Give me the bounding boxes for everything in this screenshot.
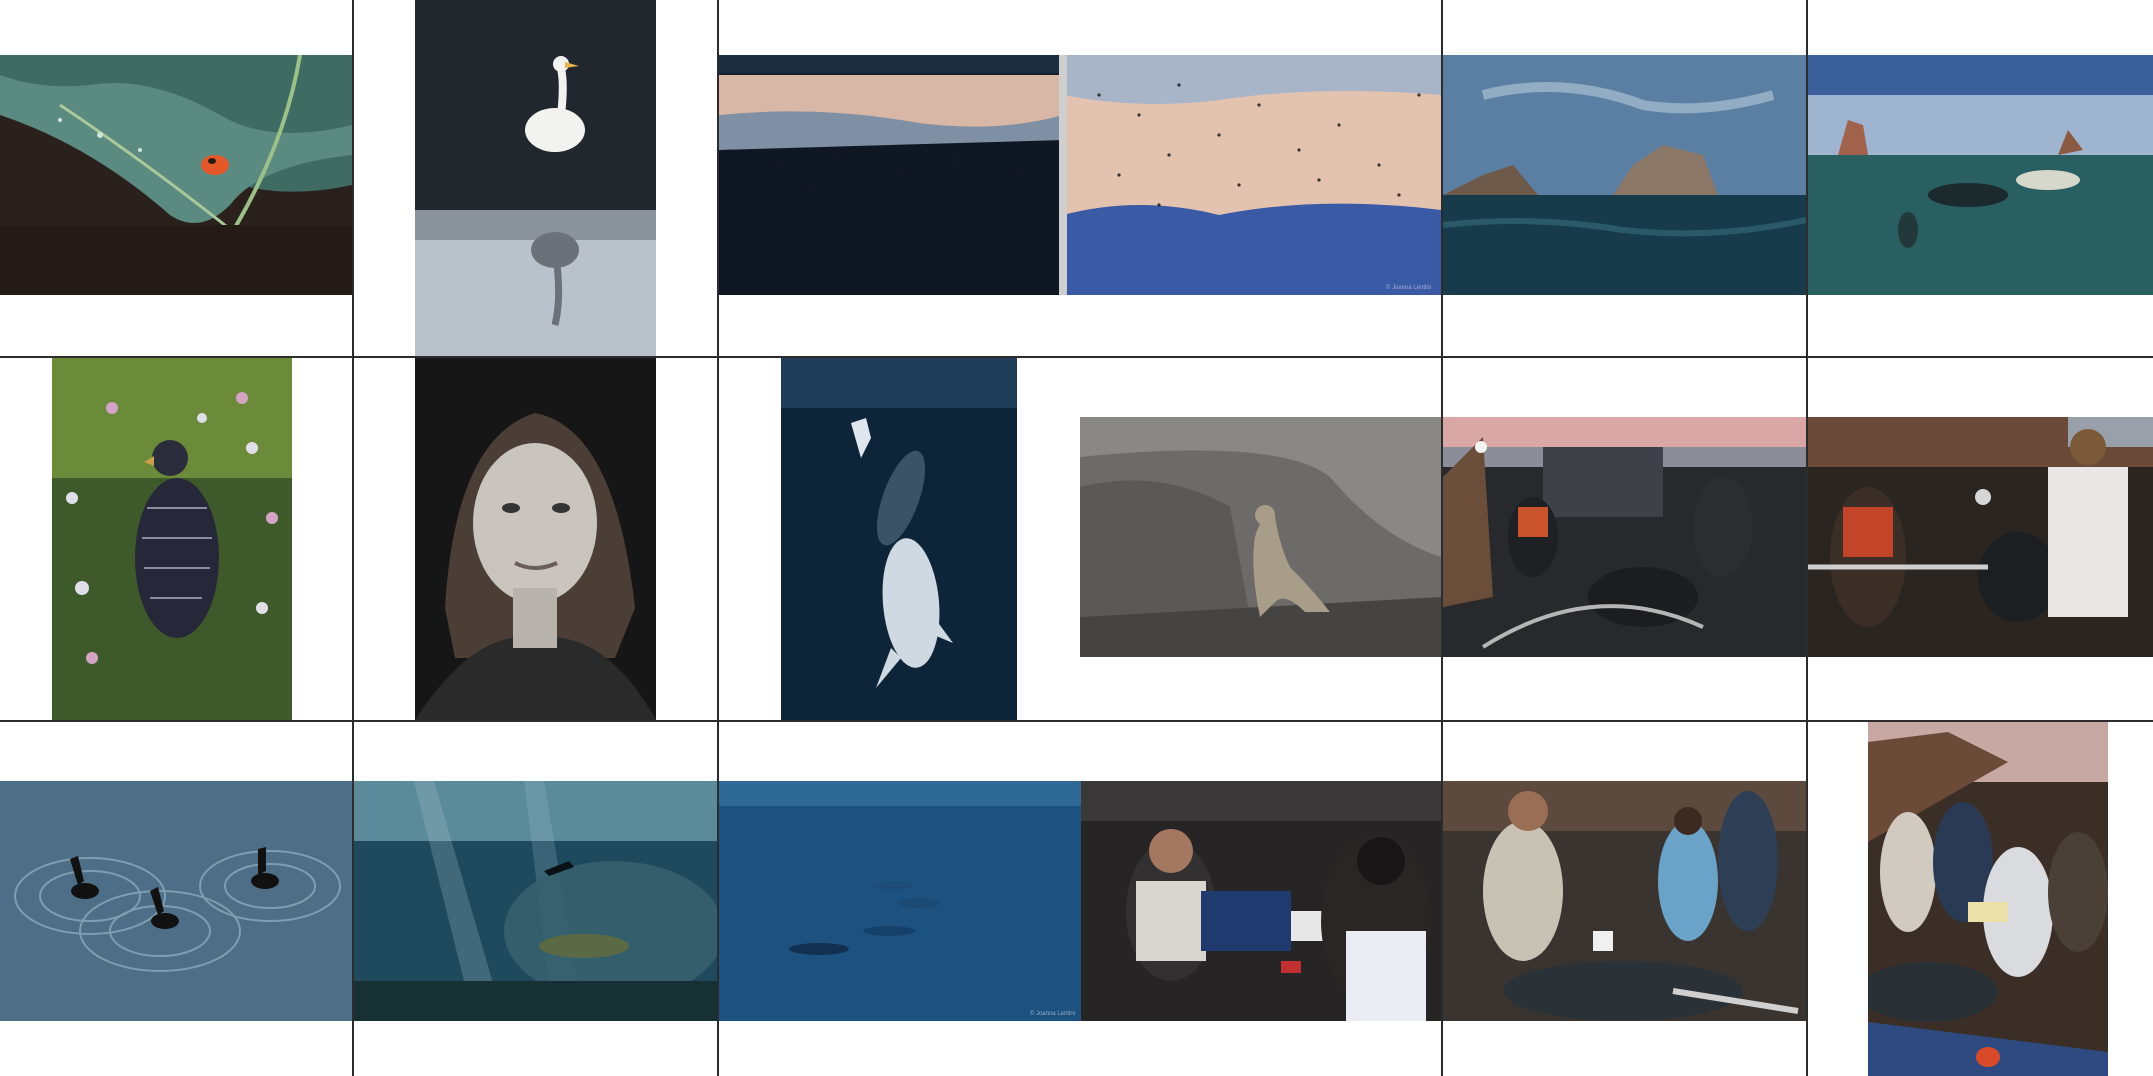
photo-sea-lion-on-rock[interactable] (1080, 417, 1441, 657)
photo-grid: © Joanna Lentini © Joanna Lentini (0, 0, 2153, 1076)
watermark-text: © Joanna Lentini (1386, 284, 1431, 291)
photo-researchers-canyon[interactable] (1868, 722, 2108, 1076)
photo-cormorants-ripples[interactable] (0, 781, 352, 1021)
photo-bird-in-clover[interactable] (52, 358, 292, 720)
photo-researchers-sea-lion-beach[interactable] (1443, 781, 1806, 1021)
photo-rocky-island-sea[interactable] (1443, 55, 1806, 295)
watermark-text: © Joanna Lentini (1030, 1010, 1075, 1017)
photo-dolphins-deep-blue[interactable]: © Joanna Lentini (719, 781, 1081, 1021)
photo-bird-flock-dusk[interactable]: © Joanna Lentini (719, 55, 1441, 295)
grid-divider (0, 356, 2153, 358)
photo-researchers-weighing[interactable] (1808, 417, 2153, 657)
photo-sea-lions-split-shot[interactable] (1808, 55, 2153, 295)
grid-divider (0, 720, 2153, 722)
photo-woman-portrait[interactable] (415, 358, 656, 720)
photo-leaf-frog[interactable] (0, 55, 352, 295)
photo-researchers-boat-dusk[interactable] (1443, 417, 1806, 657)
photo-researchers-night-lab[interactable] (1081, 781, 1441, 1021)
photo-diver-fish-school[interactable] (354, 781, 717, 1021)
photo-egret-reflection[interactable] (415, 0, 656, 356)
photo-diver-with-whales[interactable] (781, 358, 1017, 720)
